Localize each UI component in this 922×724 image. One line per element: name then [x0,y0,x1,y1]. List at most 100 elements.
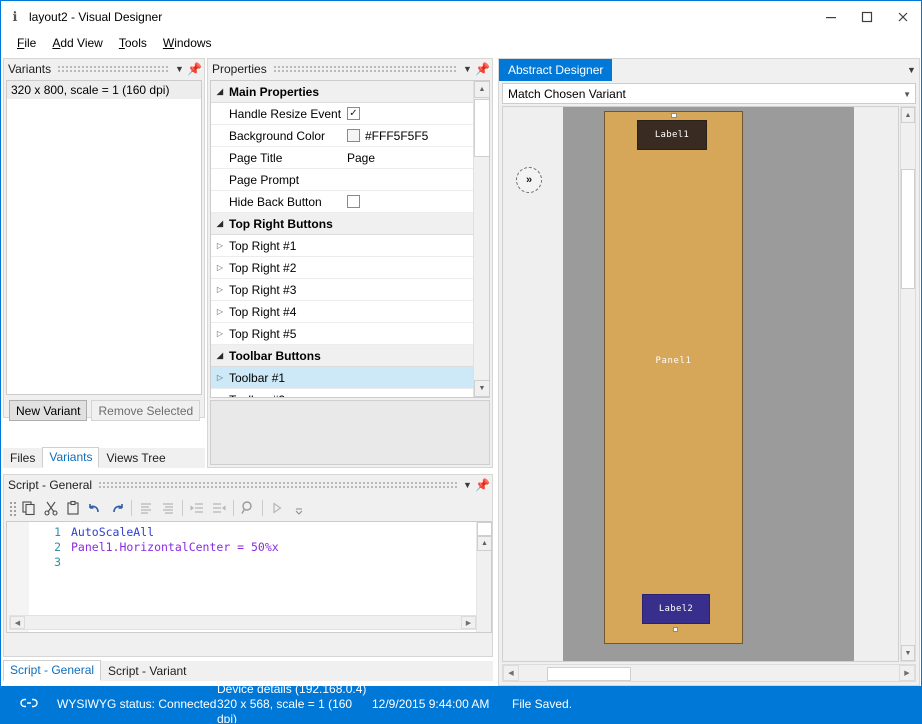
code-line[interactable]: 1AutoScaleAll [29,524,473,539]
double-chevron-right-icon[interactable]: » [516,167,542,193]
new-variant-button[interactable]: New Variant [9,400,87,421]
run-icon[interactable] [266,498,288,518]
properties-grid[interactable]: ◢Main PropertiesHandle Resize Event✓Back… [210,80,490,398]
scroll-right-arrow[interactable]: ▶ [899,665,915,681]
resize-handle-label2[interactable] [673,627,678,632]
menu-item-windows[interactable]: Windows [155,34,220,52]
property-row[interactable]: ▷Top Right #2 [211,257,475,279]
scroll-left-arrow[interactable]: ◀ [10,616,25,629]
designer-canvas[interactable]: » Panel1 Label1 Label2 [502,106,899,662]
code-editor[interactable]: 1AutoScaleAll2Panel1.HorizontalCenter = … [6,521,492,633]
canvas-panel1[interactable]: Panel1 Label1 Label2 [604,111,743,644]
scroll-down-arrow[interactable]: ▼ [474,380,490,397]
property-row[interactable]: Page TitlePage [211,147,475,169]
property-group-row[interactable]: ◢Toolbar Buttons [211,345,475,367]
toolbar-overflow-icon[interactable] [288,498,310,518]
property-row[interactable]: ▷Top Right #1 [211,235,475,257]
resize-handle-top[interactable] [671,113,677,118]
variant-select[interactable]: Match Chosen Variant ▼ [502,83,916,104]
scroll-left-arrow[interactable]: ◀ [503,665,519,681]
properties-panel-grip[interactable] [274,64,458,74]
property-value[interactable]: ✓ [347,107,475,120]
expand-triangle-icon[interactable]: ▷ [211,395,229,398]
comment-icon[interactable] [135,498,157,518]
chevron-down-icon[interactable]: ▼ [460,61,475,77]
expand-triangle-icon[interactable]: ▷ [211,241,229,250]
property-value[interactable]: Page [347,151,475,165]
undo-icon[interactable] [84,498,106,518]
expand-triangle-icon[interactable]: ▷ [211,285,229,294]
property-row[interactable]: ▷Top Right #5 [211,323,475,345]
chevron-down-icon[interactable]: ▼ [903,84,911,105]
designer-vertical-scrollbar[interactable]: ▲ ▼ [900,106,916,662]
property-row[interactable]: ▷Toolbar #2 [211,389,475,398]
group-collapse-icon[interactable]: ◢ [211,351,229,360]
canvas-label1[interactable]: Label1 [637,120,707,150]
tab-files[interactable]: Files [3,448,42,468]
redo-icon[interactable] [106,498,128,518]
close-icon[interactable] [885,1,921,32]
pin-icon[interactable]: 📌 [475,477,490,493]
group-collapse-icon[interactable]: ◢ [211,219,229,228]
code-line[interactable]: 2Panel1.HorizontalCenter = 50%x [29,539,473,554]
properties-scrollbar[interactable]: ▲ ▼ [473,81,489,397]
property-row[interactable]: Page Prompt [211,169,475,191]
list-item[interactable]: 320 x 800, scale = 1 (160 dpi) [7,81,201,99]
property-row[interactable]: ▷Top Right #4 [211,301,475,323]
outdent-icon[interactable] [186,498,208,518]
canvas-label2[interactable]: Label2 [642,594,710,624]
menu-item-file[interactable]: File [9,34,44,52]
property-row[interactable]: Background Color#FFF5F5F5 [211,125,475,147]
minimize-icon[interactable] [813,1,849,32]
expand-triangle-icon[interactable]: ▷ [211,373,229,382]
editor-vertical-scrollbar[interactable]: ▲ [476,522,491,632]
cut-icon[interactable] [40,498,62,518]
property-row[interactable]: ▷Toolbar #1 [211,367,475,389]
tab-script-variant[interactable]: Script - Variant [101,661,193,681]
scrollbar-thumb[interactable] [901,169,915,289]
property-value[interactable]: #FFF5F5F5 [347,129,475,143]
chevron-down-icon[interactable]: ▼ [172,61,187,77]
scrollbar-thumb[interactable] [474,99,490,157]
group-collapse-icon[interactable]: ◢ [211,87,229,96]
pin-icon[interactable]: 📌 [187,61,202,77]
scrollbar-thumb[interactable] [477,522,492,536]
code-line[interactable]: 3 [29,554,473,569]
tab-variants[interactable]: Variants [42,447,99,468]
menu-item-add-view[interactable]: Add View [44,34,111,52]
tab-views-tree[interactable]: Views Tree [99,448,172,468]
scroll-up-arrow[interactable]: ▲ [477,536,492,551]
checkbox-unchecked-icon[interactable] [347,195,360,208]
menu-item-tools[interactable]: Tools [111,34,155,52]
maximize-icon[interactable] [849,1,885,32]
remove-selected-button[interactable]: Remove Selected [91,400,200,421]
search-icon[interactable] [237,498,259,518]
property-row[interactable]: Handle Resize Event✓ [211,103,475,125]
scroll-up-arrow[interactable]: ▲ [901,107,915,123]
pin-icon[interactable]: 📌 [475,61,490,77]
tab-script-general[interactable]: Script - General [3,660,101,681]
editor-horizontal-scrollbar[interactable]: ◀ ▶ [9,615,477,630]
paste-icon[interactable] [62,498,84,518]
designer-horizontal-scrollbar[interactable]: ◀ ▶ [502,664,916,682]
property-group-row[interactable]: ◢Top Right Buttons [211,213,475,235]
color-swatch[interactable] [347,129,360,142]
property-value[interactable] [347,195,475,208]
scroll-up-arrow[interactable]: ▲ [474,81,490,98]
scroll-down-arrow[interactable]: ▼ [901,645,915,661]
script-panel-grip[interactable] [99,480,458,490]
expand-triangle-icon[interactable]: ▷ [211,307,229,316]
tab-abstract-designer[interactable]: Abstract Designer [499,59,612,81]
uncomment-icon[interactable] [157,498,179,518]
property-row[interactable]: ▷Top Right #3 [211,279,475,301]
scrollbar-thumb[interactable] [547,667,631,681]
property-row[interactable]: Hide Back Button [211,191,475,213]
indent-icon[interactable] [208,498,230,518]
toolbar-drag-handle[interactable] [8,500,16,516]
variants-list[interactable]: 320 x 800, scale = 1 (160 dpi) [6,80,202,395]
variants-panel-grip[interactable] [58,64,170,74]
checkbox-checked-icon[interactable]: ✓ [347,107,360,120]
scroll-right-arrow[interactable]: ▶ [461,616,476,629]
property-group-row[interactable]: ◢Main Properties [211,81,475,103]
chevron-down-icon[interactable]: ▼ [460,477,475,493]
